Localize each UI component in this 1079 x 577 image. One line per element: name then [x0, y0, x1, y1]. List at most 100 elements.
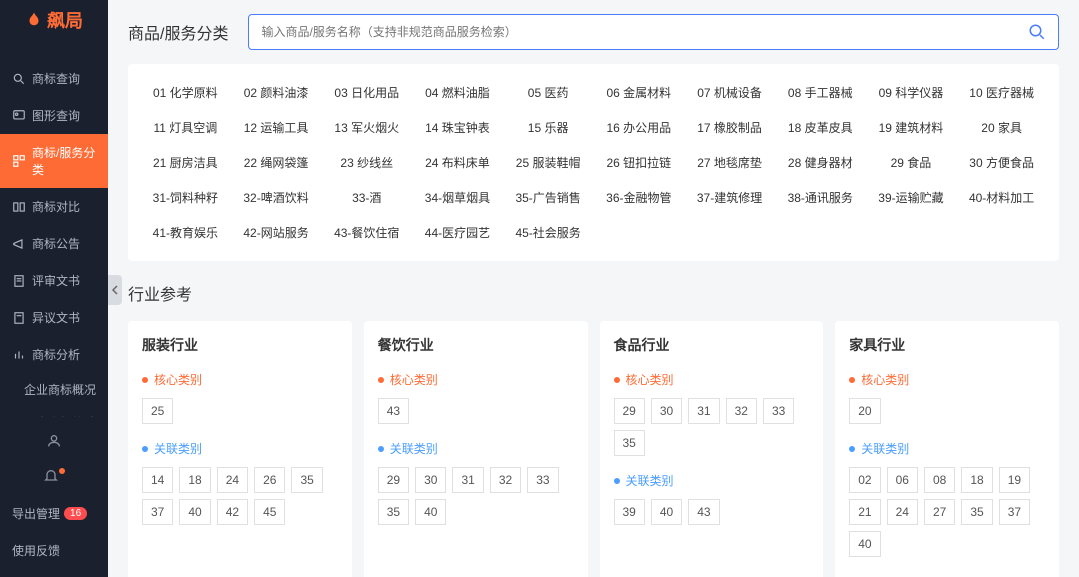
category-item[interactable]: 37-建筑修理: [688, 189, 771, 206]
category-tag[interactable]: 25: [142, 398, 173, 424]
category-item[interactable]: 15 乐器: [507, 119, 590, 136]
category-item[interactable]: 03 日化用品: [325, 84, 408, 101]
category-tag[interactable]: 29: [614, 398, 645, 424]
category-item[interactable]: 24 布料床单: [416, 154, 499, 171]
category-item[interactable]: 08 手工器械: [779, 84, 862, 101]
category-item[interactable]: 18 皮革皮具: [779, 119, 862, 136]
category-tag[interactable]: 06: [887, 467, 918, 493]
category-tag[interactable]: 35: [291, 467, 322, 493]
user-icon-row[interactable]: [0, 425, 108, 460]
category-item[interactable]: 09 科学仪器: [870, 84, 953, 101]
category-tag[interactable]: 20: [849, 398, 880, 424]
category-item[interactable]: 12 运输工具: [235, 119, 318, 136]
category-item[interactable]: 27 地毯席垫: [688, 154, 771, 171]
category-tag[interactable]: 32: [726, 398, 757, 424]
category-item[interactable]: 38-通讯服务: [779, 189, 862, 206]
category-item[interactable]: 42-网站服务: [235, 224, 318, 241]
category-item[interactable]: 36-金融物管: [597, 189, 680, 206]
category-tag[interactable]: 31: [452, 467, 483, 493]
category-tag[interactable]: 14: [142, 467, 173, 493]
category-item[interactable]: 13 军火烟火: [325, 119, 408, 136]
category-item[interactable]: 44-医疗园艺: [416, 224, 499, 241]
category-tag[interactable]: 27: [924, 499, 955, 525]
category-item[interactable]: 17 橡胶制品: [688, 119, 771, 136]
category-item[interactable]: 04 燃料油脂: [416, 84, 499, 101]
category-item[interactable]: 21 厨房洁具: [144, 154, 227, 171]
category-tag[interactable]: 31: [688, 398, 719, 424]
category-item[interactable]: 20 家具: [960, 119, 1043, 136]
category-tag[interactable]: 40: [415, 499, 446, 525]
nav-analysis[interactable]: 商标分析: [0, 336, 108, 373]
category-item[interactable]: 28 健身器材: [779, 154, 862, 171]
category-tag[interactable]: 40: [179, 499, 210, 525]
category-tag[interactable]: 37: [999, 499, 1030, 525]
category-tag[interactable]: 37: [142, 499, 173, 525]
category-tag[interactable]: 08: [924, 467, 955, 493]
category-tag[interactable]: 29: [378, 467, 409, 493]
category-tag[interactable]: 42: [217, 499, 248, 525]
category-tag[interactable]: 35: [961, 499, 992, 525]
category-item[interactable]: 43-餐饮住宿: [325, 224, 408, 241]
category-item[interactable]: 10 医疗器械: [960, 84, 1043, 101]
category-tag[interactable]: 45: [254, 499, 285, 525]
search-input[interactable]: [261, 25, 1028, 39]
category-tag[interactable]: 21: [849, 499, 880, 525]
category-tag[interactable]: 40: [651, 499, 682, 525]
category-item[interactable]: 31-饲料种籽: [144, 189, 227, 206]
search-box[interactable]: [248, 14, 1059, 50]
category-item[interactable]: 19 建筑材料: [870, 119, 953, 136]
category-item[interactable]: 06 金属材料: [597, 84, 680, 101]
category-tag[interactable]: 24: [217, 467, 248, 493]
category-item[interactable]: 41-教育娱乐: [144, 224, 227, 241]
category-item[interactable]: 11 灯具空调: [144, 119, 227, 136]
category-tag[interactable]: 39: [614, 499, 645, 525]
nav-sub-domestic[interactable]: 国内商标统计: [0, 406, 108, 417]
category-item[interactable]: 29 食品: [870, 154, 953, 171]
bell-icon-row[interactable]: [0, 460, 108, 495]
category-item[interactable]: 23 纱线丝: [325, 154, 408, 171]
category-tag[interactable]: 30: [415, 467, 446, 493]
category-tag[interactable]: 18: [179, 467, 210, 493]
nav-compare[interactable]: 商标对比: [0, 188, 108, 225]
category-item[interactable]: 30 方便食品: [960, 154, 1043, 171]
category-item[interactable]: 32-啤酒饮料: [235, 189, 318, 206]
category-tag[interactable]: 43: [378, 398, 409, 424]
feedback[interactable]: 使用反馈: [0, 532, 108, 569]
nav-announcement[interactable]: 商标公告: [0, 225, 108, 262]
category-tag[interactable]: 32: [490, 467, 521, 493]
category-tag[interactable]: 26: [254, 467, 285, 493]
category-tag[interactable]: 33: [527, 467, 558, 493]
category-tag[interactable]: 33: [763, 398, 794, 424]
category-item[interactable]: 02 颜料油漆: [235, 84, 318, 101]
category-item[interactable]: 39-运输贮藏: [870, 189, 953, 206]
nav-category[interactable]: 商标/服务分类: [0, 134, 108, 188]
category-tag[interactable]: 02: [849, 467, 880, 493]
nav-sub-enterprise[interactable]: 企业商标概况: [0, 373, 108, 406]
category-item[interactable]: 01 化学原料: [144, 84, 227, 101]
search-icon[interactable]: [1028, 23, 1046, 41]
category-item[interactable]: 16 办公用品: [597, 119, 680, 136]
nav-objection-docs[interactable]: 异议文书: [0, 299, 108, 336]
collapse-sidebar-button[interactable]: [108, 275, 122, 305]
category-tag[interactable]: 43: [688, 499, 719, 525]
category-item[interactable]: 33-酒: [325, 189, 408, 206]
category-item[interactable]: 40-材料加工: [960, 189, 1043, 206]
category-tag[interactable]: 18: [961, 467, 992, 493]
category-item[interactable]: 25 服装鞋帽: [507, 154, 590, 171]
category-tag[interactable]: 35: [614, 430, 645, 456]
category-item[interactable]: 05 医药: [507, 84, 590, 101]
category-item[interactable]: 07 机械设备: [688, 84, 771, 101]
category-tag[interactable]: 30: [651, 398, 682, 424]
nav-image-search[interactable]: 图形查询: [0, 97, 108, 134]
category-item[interactable]: 45-社会服务: [507, 224, 590, 241]
export-manage[interactable]: 导出管理16: [0, 495, 108, 532]
category-item[interactable]: 35-广告销售: [507, 189, 590, 206]
nav-review-docs[interactable]: 评审文书: [0, 262, 108, 299]
category-tag[interactable]: 19: [999, 467, 1030, 493]
category-item[interactable]: 22 绳网袋篷: [235, 154, 318, 171]
category-item[interactable]: 34-烟草烟具: [416, 189, 499, 206]
category-item[interactable]: 14 珠宝钟表: [416, 119, 499, 136]
category-tag[interactable]: 24: [887, 499, 918, 525]
category-tag[interactable]: 35: [378, 499, 409, 525]
nav-trademark-search[interactable]: 商标查询: [0, 60, 108, 97]
